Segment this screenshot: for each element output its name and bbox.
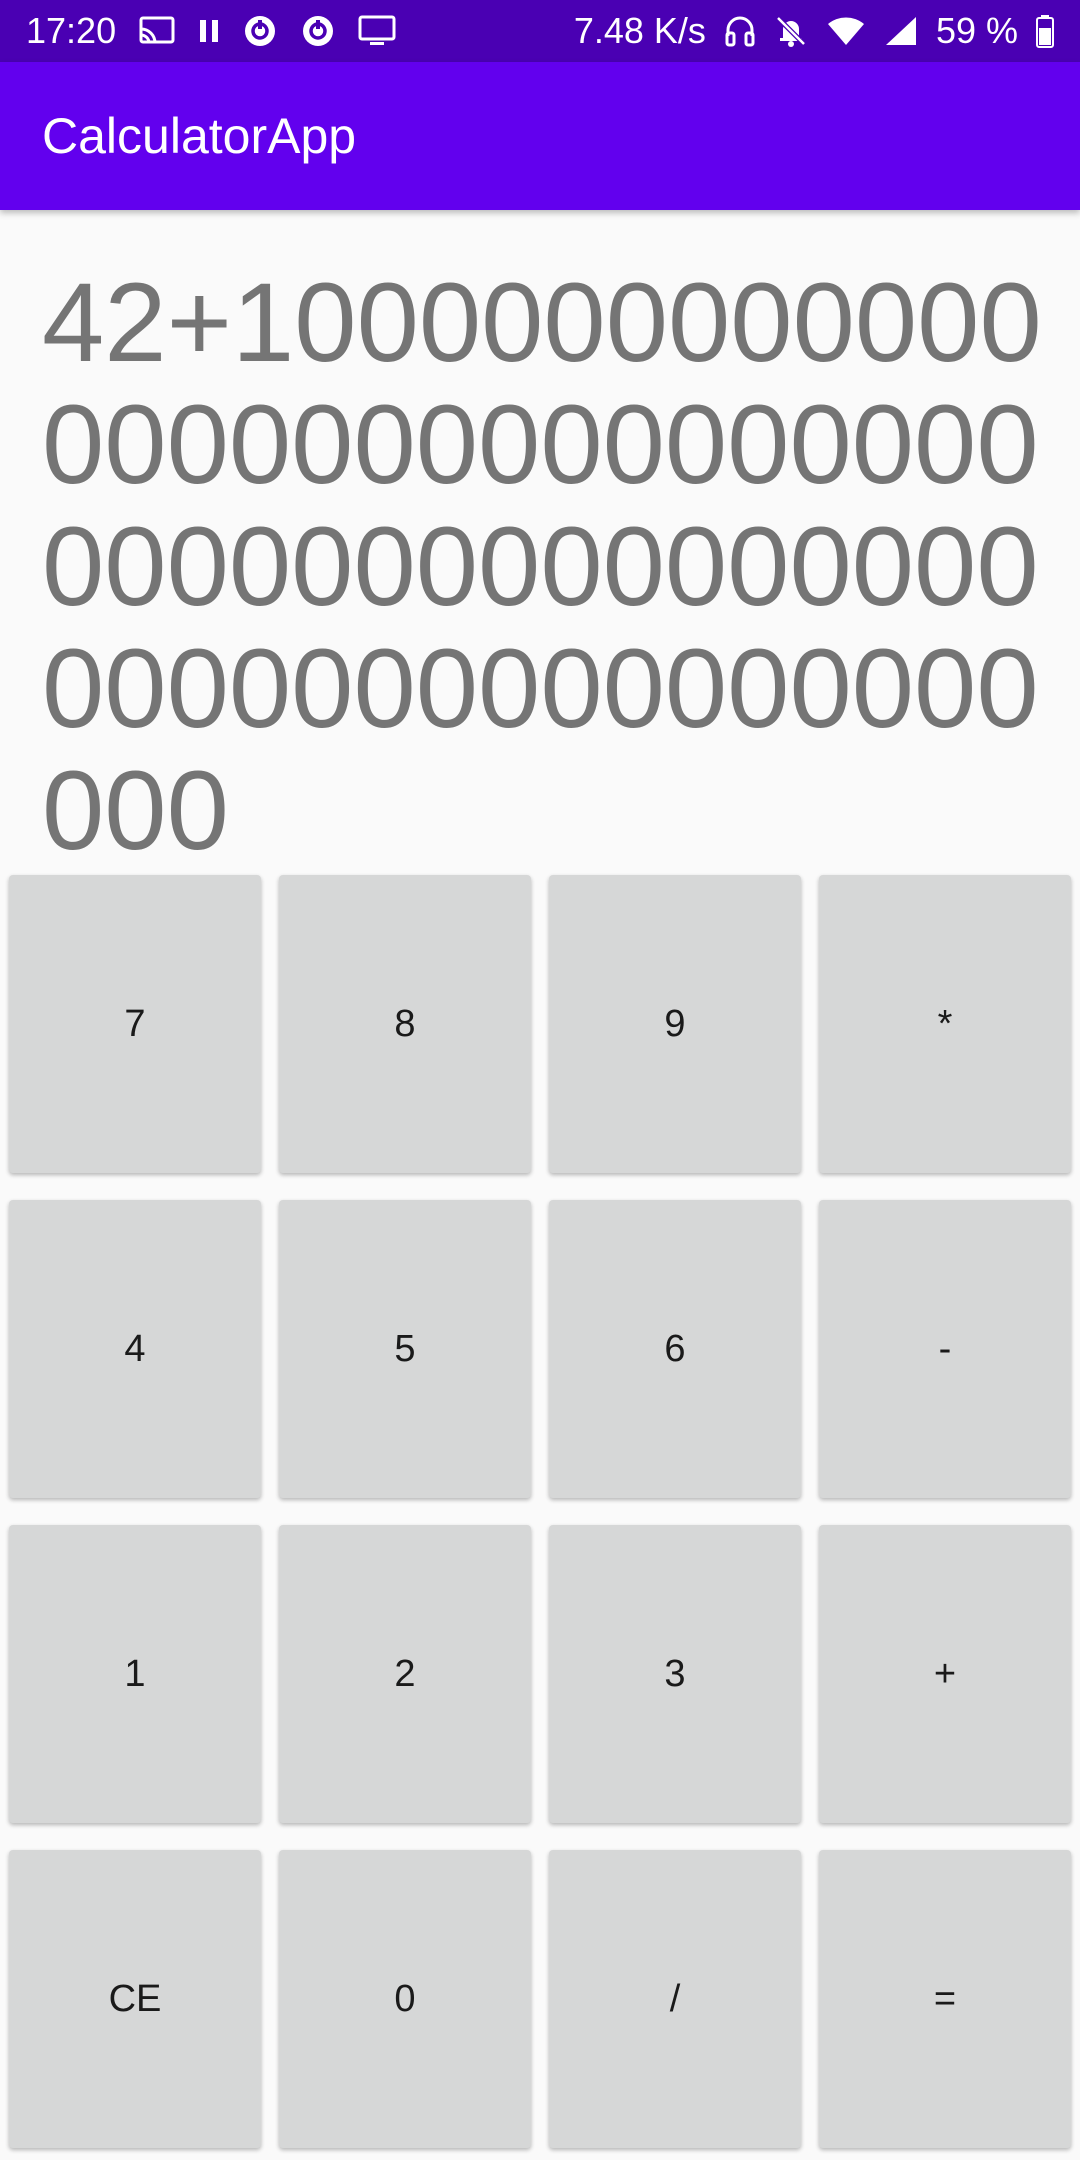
status-bar: 17:20 7.48 K/s 59 % bbox=[0, 0, 1080, 62]
key-6[interactable]: 6 bbox=[549, 1200, 801, 1498]
app-bar: CalculatorApp bbox=[0, 62, 1080, 210]
signal-icon bbox=[884, 11, 918, 51]
key-0[interactable]: 0 bbox=[279, 1850, 531, 2148]
expression-display: 42+1000000000000000000000000000000000000… bbox=[42, 260, 1042, 873]
key-2[interactable]: 2 bbox=[279, 1525, 531, 1823]
app-title: CalculatorApp bbox=[42, 108, 357, 164]
sync-icon bbox=[300, 11, 336, 51]
wifi-icon bbox=[826, 11, 866, 51]
key-5[interactable]: 5 bbox=[279, 1200, 531, 1498]
key-4[interactable]: 4 bbox=[9, 1200, 261, 1498]
network-speed: 7.48 K/s bbox=[573, 10, 706, 51]
key-subtract[interactable]: - bbox=[819, 1200, 1071, 1498]
key-7[interactable]: 7 bbox=[9, 875, 261, 1173]
key-9[interactable]: 9 bbox=[549, 875, 801, 1173]
key-3[interactable]: 3 bbox=[549, 1525, 801, 1823]
cast-icon bbox=[138, 11, 176, 51]
key-multiply[interactable]: * bbox=[819, 875, 1071, 1173]
key-8[interactable]: 8 bbox=[279, 875, 531, 1173]
monitor-icon bbox=[358, 11, 396, 51]
key-clear-entry[interactable]: CE bbox=[9, 1850, 261, 2148]
battery-icon bbox=[1036, 11, 1054, 51]
status-time: 17:20 bbox=[26, 10, 117, 51]
key-equals[interactable]: = bbox=[819, 1850, 1071, 2148]
bell-off-icon bbox=[774, 11, 808, 51]
key-1[interactable]: 1 bbox=[9, 1525, 261, 1823]
key-divide[interactable]: / bbox=[549, 1850, 801, 2148]
key-add[interactable]: + bbox=[819, 1525, 1071, 1823]
keypad: 7 8 9 * 4 5 6 - 1 2 3 + CE 0 / = bbox=[0, 872, 1080, 2160]
pause-icon bbox=[198, 11, 220, 51]
battery-percent: 59 % bbox=[935, 10, 1018, 51]
headset-icon bbox=[724, 11, 756, 51]
status-right: 7.48 K/s 59 % bbox=[574, 10, 1054, 52]
sync-icon bbox=[242, 11, 278, 51]
status-left: 17:20 bbox=[26, 10, 396, 52]
